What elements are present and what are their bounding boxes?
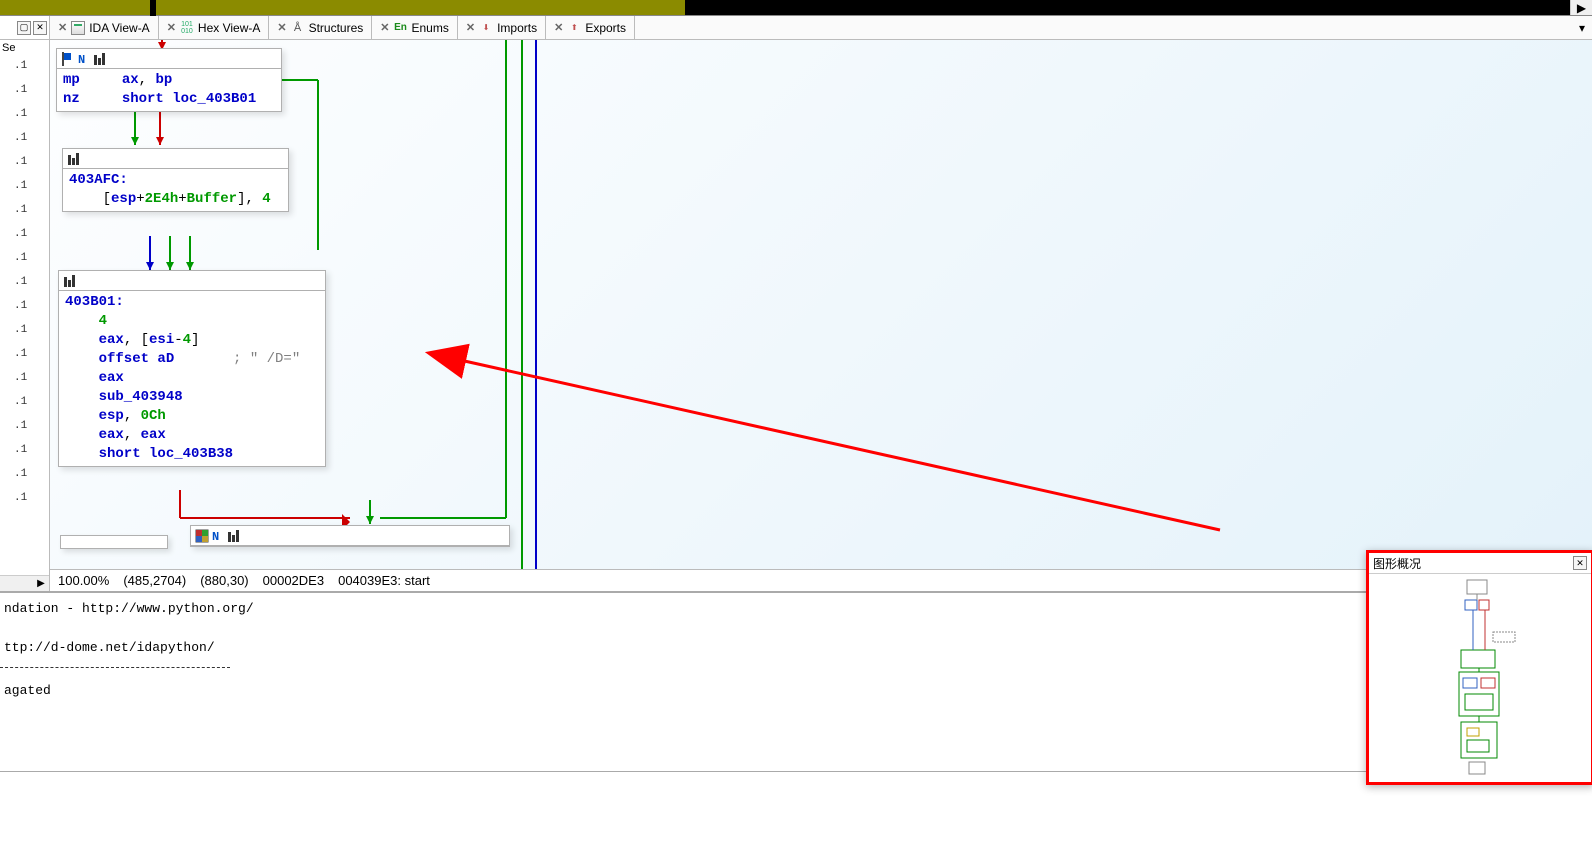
exports-icon: ⬆ [567, 21, 581, 35]
overview-titlebar[interactable]: 图形概况 ✕ [1369, 553, 1591, 574]
overview-minimap[interactable] [1369, 574, 1591, 782]
status-bar: 100.00% (485,2704) (880,30) 00002DE3 004… [50, 569, 1592, 591]
node-code: 403AFC: [esp+2E4h+Buffer], 4 [63, 169, 288, 211]
output-console[interactable]: ndation - http://www.python.org/ ttp://d… [0, 591, 1592, 771]
bars-icon [63, 274, 77, 288]
graph-overview-panel[interactable]: 图形概况 ✕ [1366, 550, 1592, 785]
address-slider[interactable]: ▶ [0, 0, 1592, 16]
tab-label: Exports [585, 21, 626, 35]
sidebar-list[interactable]: .1 .1 .1 .1 .1 .1 .1 .1 .1 .1 .1 .1 .1 .… [0, 56, 49, 575]
sidebar-close-button[interactable]: ✕ [33, 21, 47, 35]
svg-text:N: N [212, 530, 219, 543]
hex-icon: 101010 [180, 21, 194, 35]
bars-icon [227, 529, 241, 543]
bars-icon [93, 52, 107, 66]
bars-icon [67, 152, 81, 166]
tab-enums[interactable]: ✕ En Enums [372, 16, 458, 39]
graph-node[interactable]: N [190, 525, 510, 547]
close-icon[interactable]: ✕ [277, 21, 286, 34]
output-line: ttp://d-dome.net/idapython/ [4, 638, 1588, 659]
output-divider [0, 666, 230, 668]
overview-title-label: 图形概况 [1373, 555, 1421, 572]
sidebar-restore-button[interactable]: ▢ [17, 21, 31, 35]
tab-overflow-button[interactable]: ▾ [1572, 16, 1592, 39]
tab-imports[interactable]: ✕ ⬇ Imports [458, 16, 546, 39]
slider-handle[interactable] [150, 0, 156, 17]
graph-node[interactable]: N mp ax, bp nz short loc_403B01 [56, 48, 282, 112]
status-zoom: 100.00% [58, 573, 109, 588]
slider-fill [0, 0, 685, 15]
n-icon: N [77, 52, 91, 66]
imports-icon: ⬇ [479, 21, 493, 35]
tab-label: IDA View-A [89, 21, 149, 35]
close-icon[interactable]: ✕ [58, 21, 67, 34]
tab-label: Structures [309, 21, 364, 35]
node-code: mp ax, bp nz short loc_403B01 [57, 69, 281, 111]
close-icon[interactable]: ✕ [380, 21, 389, 34]
close-icon[interactable]: ✕ [466, 21, 475, 34]
close-icon[interactable]: ✕ [167, 21, 176, 34]
command-input[interactable] [0, 771, 1592, 795]
status-address: 004039E3: start [338, 573, 430, 588]
node-header [63, 149, 288, 169]
graph-node[interactable]: 403B01: 4 eax, [esi-4] offset aD ; " /D=… [58, 270, 326, 467]
tab-ida-view[interactable]: ✕ IDA View-A [50, 16, 159, 39]
overview-close-button[interactable]: ✕ [1573, 556, 1587, 570]
tab-label: Hex View-A [198, 21, 260, 35]
output-line: agated [4, 681, 1588, 702]
enum-icon: En [394, 21, 408, 35]
struct-icon: Å [291, 21, 305, 35]
node-header: N [191, 526, 509, 546]
node-code: 403B01: 4 eax, [esi-4] offset aD ; " /D=… [59, 291, 325, 466]
window-icon [195, 529, 209, 543]
sidebar-hscroll[interactable]: ▶ [0, 575, 49, 591]
status-mouse-pos: (880,30) [200, 573, 248, 588]
node-header: N [57, 49, 281, 69]
chevron-right-icon: ▶ [1577, 1, 1586, 15]
chevron-right-icon: ▶ [33, 576, 49, 591]
graph-node[interactable]: 403AFC: [esp+2E4h+Buffer], 4 [62, 148, 289, 212]
tab-label: Imports [497, 21, 537, 35]
status-graph-pos: (485,2704) [123, 573, 186, 588]
node-header [59, 271, 325, 291]
tab-label: Enums [412, 21, 449, 35]
graph-node[interactable] [60, 535, 168, 549]
output-line: ndation - http://www.python.org/ [4, 599, 1588, 620]
tab-exports[interactable]: ✕ ⬆ Exports [546, 16, 635, 39]
flag-icon [61, 52, 75, 66]
status-file-offset: 00002DE3 [263, 573, 324, 588]
tab-structures[interactable]: ✕ Å Structures [269, 16, 372, 39]
sidebar-filter-input[interactable]: Se [0, 40, 49, 56]
svg-text:N: N [78, 53, 85, 66]
graph-canvas[interactable]: N mp ax, bp nz short loc_403B01 403AFC: … [50, 40, 1592, 569]
n-icon: N [211, 529, 225, 543]
document-icon [71, 21, 85, 35]
tab-hex-view[interactable]: ✕ 101010 Hex View-A [159, 16, 270, 39]
functions-sidebar: ▢ ✕ Se .1 .1 .1 .1 .1 .1 .1 .1 .1 .1 .1 … [0, 16, 50, 591]
tab-bar: ✕ IDA View-A ✕ 101010 Hex View-A ✕ Å Str… [50, 16, 1592, 40]
close-icon[interactable]: ✕ [554, 21, 563, 34]
slider-scroll-right[interactable]: ▶ [1570, 0, 1592, 15]
